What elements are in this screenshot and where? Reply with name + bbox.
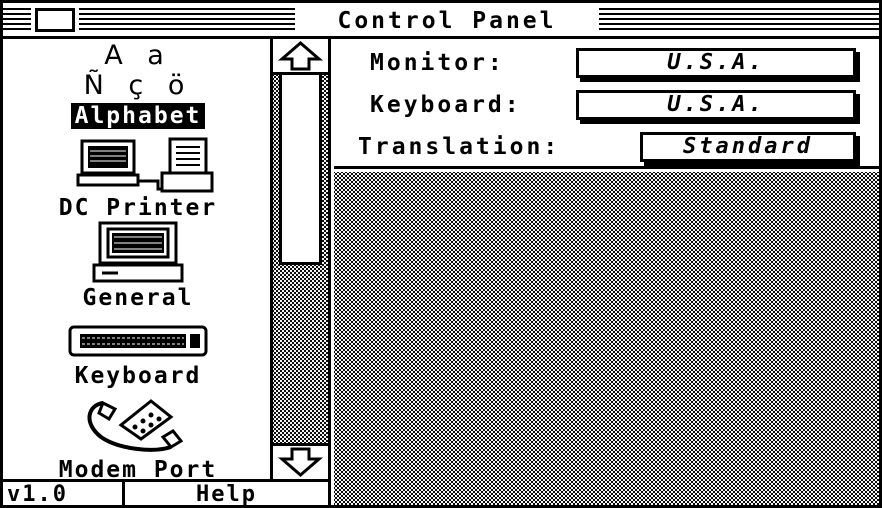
- list-scrollbar[interactable]: [273, 39, 331, 479]
- footer-bar: v1.0 Help: [3, 479, 331, 505]
- list-item-label: Alphabet: [70, 103, 206, 129]
- keyboard-popup[interactable]: U.S.A.: [576, 90, 856, 120]
- list-item-general[interactable]: General: [3, 221, 270, 311]
- list-item-label: Modem Port: [58, 457, 218, 479]
- list-item-label: General: [82, 285, 194, 311]
- translation-label: Translation:: [358, 134, 561, 160]
- down-arrow-icon: [277, 447, 324, 477]
- monitor-setting-row: Monitor: U.S.A.: [334, 45, 879, 81]
- up-arrow-icon: [277, 41, 324, 71]
- telephone-icon: [87, 399, 184, 452]
- list-item-alphabet[interactable]: A a Ñ ç ö Alphabet: [3, 40, 270, 129]
- keyboard-setting-row: Keyboard: U.S.A.: [334, 87, 879, 123]
- list-item-keyboard[interactable]: Keyboard: [3, 319, 270, 389]
- version-button[interactable]: v1.0: [3, 482, 125, 505]
- translation-popup[interactable]: Standard: [640, 132, 856, 162]
- title-bar[interactable]: Control Panel: [3, 3, 879, 39]
- list-item-modem-port[interactable]: Modem Port: [3, 393, 270, 479]
- alphabet-icon-glyphs-top: A a: [104, 40, 172, 71]
- keyboard-label: Keyboard:: [370, 92, 522, 118]
- list-item-label: Keyboard: [74, 363, 202, 389]
- translation-setting-row: Translation: Standard: [334, 129, 879, 165]
- monitor-popup[interactable]: U.S.A.: [576, 48, 856, 78]
- printer-icon: [76, 137, 214, 193]
- window-title: Control Panel: [295, 6, 599, 36]
- computer-icon: [92, 221, 184, 283]
- scroll-down-button[interactable]: [273, 443, 328, 479]
- alphabet-icon-glyphs-bottom: Ñ ç ö: [83, 70, 193, 101]
- keyboard-icon: [68, 325, 208, 357]
- control-panel-window: Control Panel A a Ñ ç ö Alphabet DC Prin…: [0, 0, 882, 508]
- scroll-thumb[interactable]: [279, 75, 322, 265]
- control-panel-list: A a Ñ ç ö Alphabet DC Printer General Ke…: [3, 39, 273, 479]
- settings-pane: Monitor: U.S.A. Keyboard: U.S.A. Transla…: [334, 39, 879, 169]
- close-box[interactable]: [35, 8, 75, 32]
- desktop-pattern: [334, 172, 879, 505]
- list-item-label: DC Printer: [58, 195, 218, 221]
- scroll-track[interactable]: [273, 75, 328, 443]
- scroll-up-button[interactable]: [273, 39, 328, 75]
- alphabet-icon: A a Ñ ç ö: [3, 40, 270, 103]
- list-item-dc-printer[interactable]: DC Printer: [3, 137, 270, 221]
- help-button[interactable]: Help: [125, 482, 328, 505]
- monitor-label: Monitor:: [370, 50, 505, 76]
- title-bar-stripes-right: [599, 8, 879, 32]
